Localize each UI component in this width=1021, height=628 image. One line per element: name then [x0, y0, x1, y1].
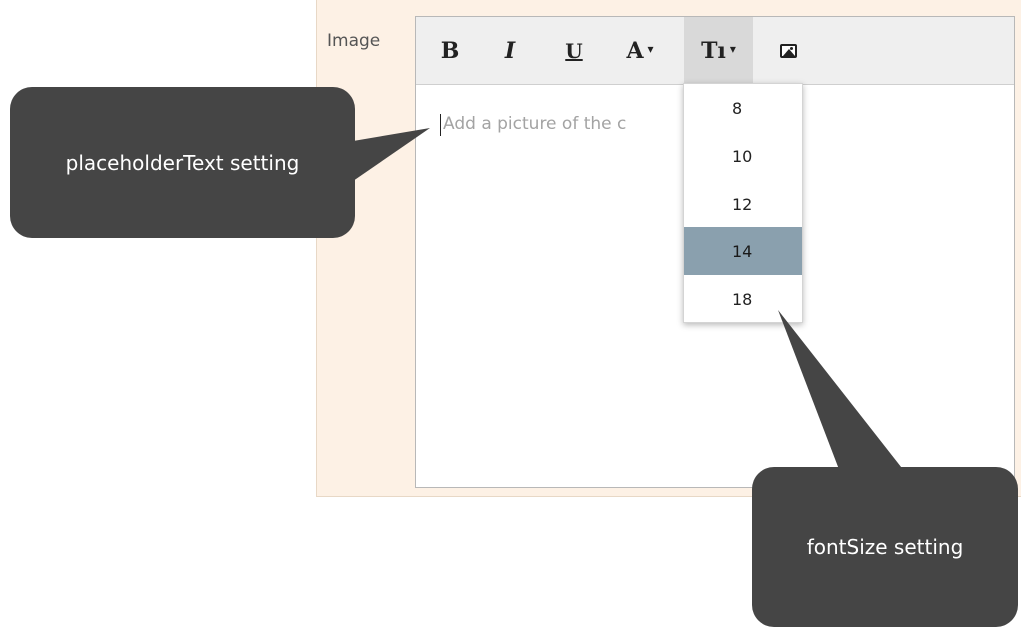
callout-pointer-right: [778, 310, 905, 472]
callout-font-size-label: fontSize setting: [806, 535, 964, 559]
callout-placeholder-text-label: placeholderText setting: [65, 150, 300, 175]
